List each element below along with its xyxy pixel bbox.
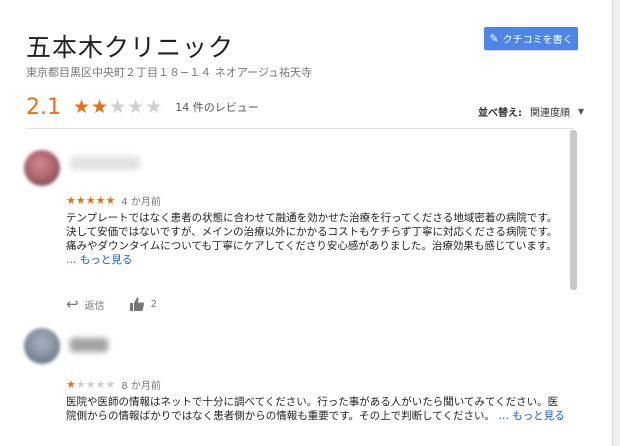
star-filled-icon: ★ (66, 194, 76, 207)
divider (26, 128, 574, 129)
review-item: ★★★★★ 4 か月前 テンプレートではなく患者の状態に合わせて融通を効かせた治… (24, 150, 564, 313)
star-filled-icon: ★ (91, 96, 110, 118)
window-edge (612, 0, 620, 446)
review-time: 8 か月前 (121, 381, 161, 392)
rating-summary: 2.1 ★★★★★ 14 件のレビュー (26, 92, 259, 122)
star-filled-icon: ★ (85, 194, 96, 207)
star-empty-icon: ★ (105, 378, 116, 391)
star-empty-icon: ★ (127, 96, 146, 118)
more-link[interactable]: … もっと見る (498, 410, 564, 422)
avatar[interactable] (24, 328, 60, 364)
star-filled-icon: ★ (75, 194, 86, 207)
reply-icon[interactable]: ↩ (66, 295, 79, 313)
star-empty-icon: ★ (95, 378, 106, 391)
review-meta: ★★★★★ 4 か月前 (66, 193, 161, 208)
review-text: テンプレートではなく患者の状態に合わせて融通を効かせた治療を行ってくださる地域密… (66, 211, 566, 267)
reviewer-name-blurred[interactable] (70, 338, 108, 352)
place-title: 五本木クリニック (26, 33, 235, 62)
sort-label: 並べ替え: (478, 108, 522, 119)
like-count: 2 (150, 298, 157, 310)
star-empty-icon: ★ (145, 96, 164, 118)
write-review-button[interactable]: ✎ クチコミを書く (484, 27, 578, 50)
thumbs-up-icon[interactable] (129, 296, 145, 312)
sort-value: 関連度順 (530, 108, 570, 119)
scrollbar[interactable] (570, 130, 577, 290)
star-filled-icon: ★ (73, 96, 92, 118)
review-count: 14 件のレビュー (175, 101, 259, 114)
review-body: 医院や医師の情報はネットで十分に調べてください。行った事がある人がいたら聞いてみ… (66, 396, 559, 422)
star-empty-icon: ★ (75, 378, 86, 391)
rating-value: 2.1 (26, 94, 61, 120)
place-address: 東京都目黒区中央町２丁目１８−１４ ネオアージュ祐天寺 (26, 66, 313, 79)
review-stars: ★★★★★ (66, 378, 115, 391)
star-filled-icon: ★ (66, 378, 76, 391)
sort-dropdown[interactable]: 並べ替え: 関連度順 ▼ (478, 104, 584, 119)
star-empty-icon: ★ (85, 378, 96, 391)
caret-down-icon: ▼ (578, 107, 585, 116)
review-stars: ★★★★★ (66, 194, 115, 207)
star-filled-icon: ★ (105, 194, 116, 207)
review-text: 医院や医師の情報はネットで十分に調べてください。行った事がある人がいたら聞いてみ… (66, 395, 566, 423)
review-time: 4 か月前 (121, 197, 161, 208)
pencil-icon: ✎ (489, 32, 499, 45)
review-body: テンプレートではなく患者の状態に合わせて融通を効かせた治療を行ってくださる地域密… (66, 212, 558, 252)
avatar[interactable] (24, 150, 60, 186)
review-item: ★★★★★ 8 か月前 医院や医師の情報はネットで十分に調べてください。行った事… (24, 328, 565, 422)
reply-button[interactable]: 返信 (85, 297, 105, 312)
reviewer-name-blurred[interactable] (70, 156, 140, 170)
star-filled-icon: ★ (95, 194, 106, 207)
rating-stars: ★★★★★ (73, 96, 163, 118)
review-actions: ↩ 返信 2 (66, 295, 157, 313)
more-link[interactable]: … もっと見る (66, 254, 132, 266)
review-meta: ★★★★★ 8 か月前 (66, 377, 161, 392)
star-empty-icon: ★ (109, 96, 128, 118)
write-review-label: クチコミを書く (502, 35, 573, 46)
